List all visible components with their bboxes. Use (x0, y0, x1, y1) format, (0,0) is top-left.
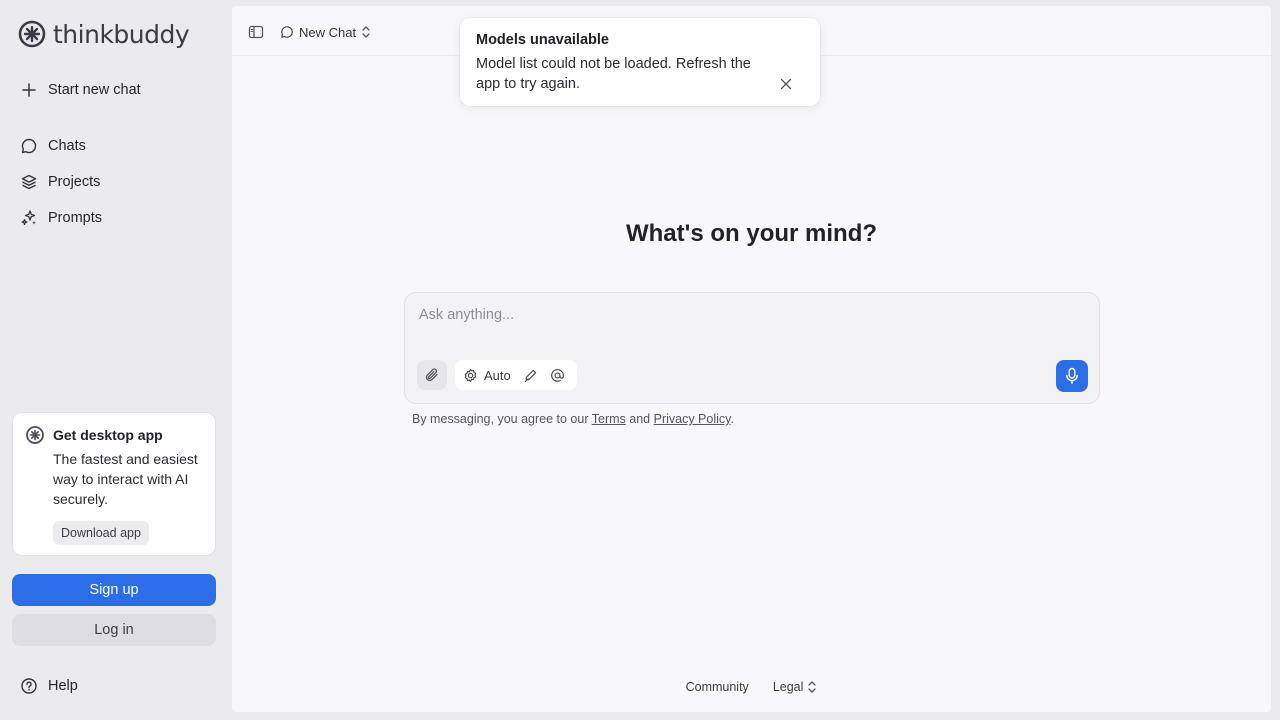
model-selector-label: Auto (484, 367, 511, 383)
privacy-policy-link[interactable]: Privacy Policy (654, 412, 731, 426)
download-app-button[interactable]: Download app (53, 521, 149, 545)
sparkles-icon (21, 210, 36, 226)
community-link[interactable]: Community (686, 680, 749, 694)
sidebar-toggle-icon[interactable] (248, 24, 264, 40)
paperclip-icon (425, 368, 438, 382)
sidebar-item-chats[interactable]: Chats (12, 130, 216, 162)
start-new-chat-button[interactable]: Start new chat (12, 74, 216, 106)
close-icon[interactable] (778, 76, 794, 92)
sidebar: thinkbuddy Start new chat Chats Projects (0, 0, 228, 720)
plus-icon (22, 83, 36, 97)
message-input[interactable] (419, 303, 1039, 327)
app-window: thinkbuddy Start new chat Chats Projects (0, 0, 1280, 720)
disclaimer-suffix: . (730, 412, 734, 426)
toast-message: Model list could not be loaded. Refresh … (476, 56, 751, 92)
layers-icon (21, 174, 37, 190)
chat-selector-label: New Chat (299, 24, 357, 40)
help-circle-icon (21, 678, 37, 694)
composer-tools: Auto (455, 360, 577, 390)
terms-link[interactable]: Terms (592, 412, 626, 426)
sidebar-item-prompts[interactable]: Prompts (12, 202, 216, 234)
microphone-icon (1066, 367, 1078, 385)
chevron-up-down-icon (808, 681, 817, 693)
write-mode-button[interactable] (523, 368, 538, 383)
footer: Community Legal (232, 680, 1271, 694)
sidebar-item-projects[interactable]: Projects (12, 166, 216, 198)
chat-bubble-icon (281, 26, 293, 38)
sign-up-button[interactable]: Sign up (12, 574, 216, 606)
sidebar-item-label: Prompts (48, 210, 102, 226)
legal-label: Legal (772, 680, 804, 694)
thinkbuddy-logo-icon (26, 426, 44, 444)
attach-file-button[interactable] (417, 360, 447, 390)
main-panel: New Chat Models unavailable Model list c… (232, 6, 1271, 712)
promo-description: The fastest and easiest way to interact … (53, 451, 198, 507)
chat-bubble-icon (21, 138, 37, 154)
mention-button[interactable] (550, 368, 565, 383)
models-unavailable-toast: Models unavailable Model list could not … (460, 18, 820, 106)
disclaimer-prefix: By messaging, you agree to our (412, 412, 589, 426)
desktop-app-promo-card: Get desktop app The fastest and easiest … (12, 412, 216, 556)
terms-disclaimer: By messaging, you agree to our Terms and… (412, 412, 734, 426)
community-label: Community (685, 680, 749, 694)
page-heading: What's on your mind? (625, 220, 878, 247)
toast-title: Models unavailable (476, 32, 609, 48)
voice-input-button[interactable] (1056, 360, 1088, 392)
help-label: Help (48, 678, 78, 694)
sidebar-item-label: Projects (48, 174, 101, 190)
brand-name: thinkbuddy (53, 19, 190, 49)
chat-composer: Auto (404, 292, 1100, 404)
help-button[interactable]: Help (12, 670, 216, 702)
chat-selector-dropdown[interactable]: New Chat (280, 21, 371, 43)
model-selector-button[interactable]: Auto (463, 368, 511, 383)
brand-logo[interactable]: thinkbuddy (17, 18, 190, 50)
legal-dropdown[interactable]: Legal (773, 680, 818, 694)
gear-icon (464, 368, 477, 382)
start-new-chat-label: Start new chat (48, 82, 141, 98)
log-in-button[interactable]: Log in (12, 614, 216, 646)
at-sign-icon (550, 368, 564, 382)
sidebar-item-label: Chats (48, 138, 86, 154)
promo-title: Get desktop app (53, 427, 163, 443)
chevron-up-down-icon (362, 26, 370, 38)
pen-icon (524, 369, 536, 382)
thinkbuddy-logo-icon (18, 20, 46, 48)
disclaimer-and: and (629, 412, 651, 426)
